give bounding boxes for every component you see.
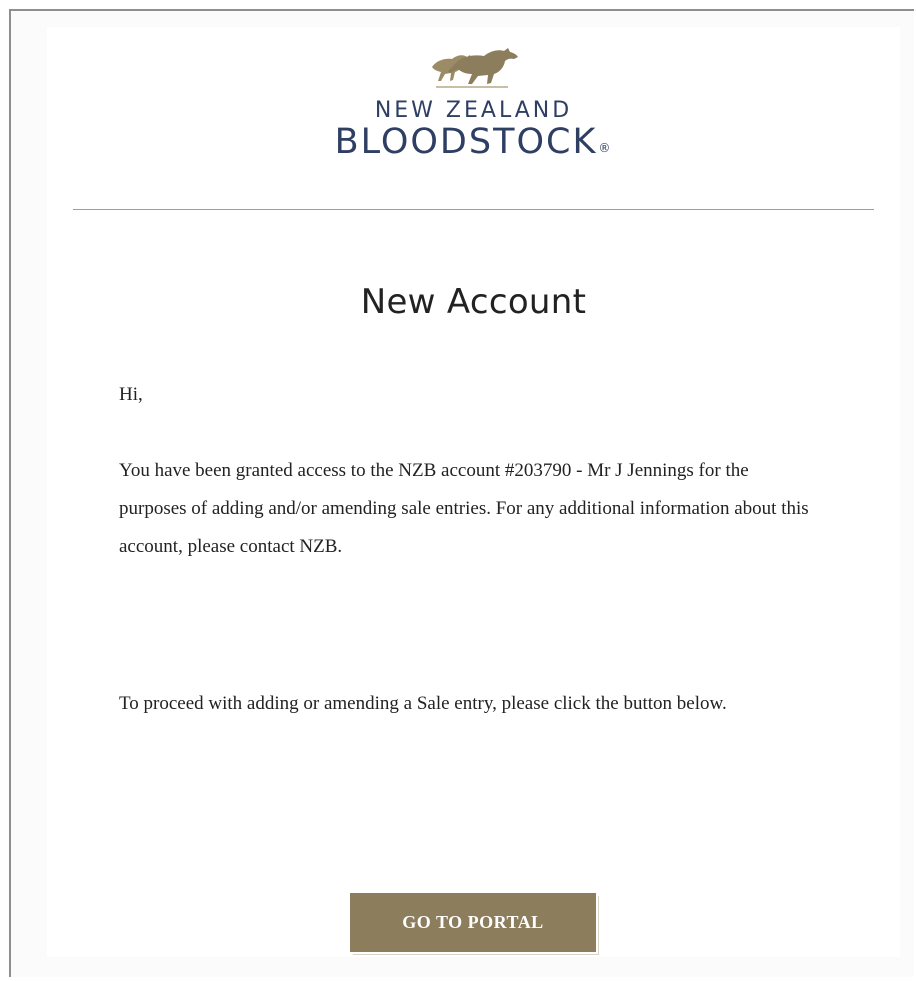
greeting-text: Hi, — [119, 384, 143, 405]
logo-text-bloodstock-word: BLOODSTOCK — [334, 122, 598, 162]
header-divider — [73, 209, 874, 210]
registered-mark: ® — [598, 141, 613, 155]
logo-text-new-zealand: NEW ZEALAND — [374, 98, 573, 123]
brand-logo: NEW ZEALAND BLOODSTOCK® — [47, 45, 900, 185]
horses-icon — [431, 48, 518, 88]
email-title: New Account — [360, 282, 587, 322]
go-to-portal-button[interactable]: GO TO PORTAL — [350, 893, 596, 952]
email-card: NEW ZEALAND BLOODSTOCK® New Account Hi, … — [47, 27, 900, 957]
access-granted-paragraph: You have been granted access to the NZB … — [119, 460, 809, 557]
instructions-paragraph: To proceed with adding or amending a Sal… — [119, 693, 727, 714]
logo-text-bloodstock: BLOODSTOCK® — [47, 123, 900, 161]
